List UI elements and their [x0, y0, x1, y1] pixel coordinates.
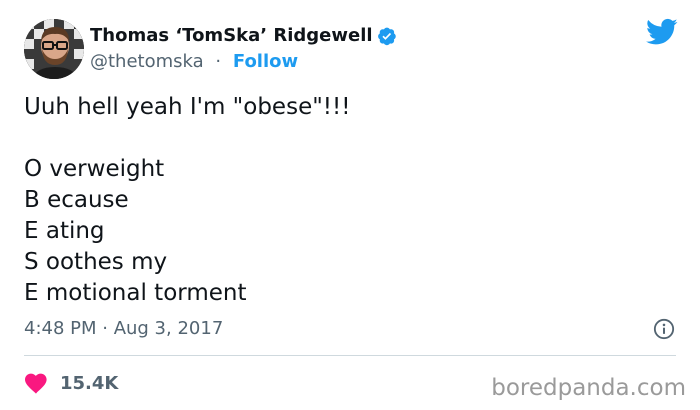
tweet-line: O verweight: [24, 156, 165, 182]
like-button[interactable]: 15.4K: [24, 372, 118, 394]
avatar-image: [24, 19, 84, 79]
divider: [24, 355, 676, 356]
follow-button[interactable]: Follow: [233, 51, 298, 72]
verified-badge-icon: [377, 26, 397, 46]
tweet-line: B ecause: [24, 187, 129, 213]
watermark: boredpanda.com: [491, 375, 686, 401]
author-display-name[interactable]: Thomas ‘TomSka’ Ridgewell: [90, 25, 373, 46]
avatar[interactable]: [24, 19, 84, 79]
tweet-text: Uuh hell yeah I'm "obese"!!! O verweight…: [24, 92, 350, 309]
tweet-line: E motional torment: [24, 280, 247, 306]
tweet-timestamp[interactable]: 4:48 PM · Aug 3, 2017: [24, 318, 223, 339]
heart-icon: [24, 372, 48, 394]
like-count: 15.4K: [60, 372, 119, 394]
info-icon[interactable]: [653, 318, 675, 340]
separator: ·: [215, 51, 222, 72]
author-handle[interactable]: @thetomska: [90, 51, 204, 72]
twitter-bird-icon[interactable]: [646, 18, 678, 46]
tweet-intro: Uuh hell yeah I'm "obese"!!!: [24, 94, 351, 120]
author-handle-row: @thetomska · Follow: [90, 51, 298, 72]
tweet-line: S oothes my: [24, 249, 168, 275]
tweet-line: E ating: [24, 218, 105, 244]
author-name-row: Thomas ‘TomSka’ Ridgewell: [90, 25, 397, 46]
